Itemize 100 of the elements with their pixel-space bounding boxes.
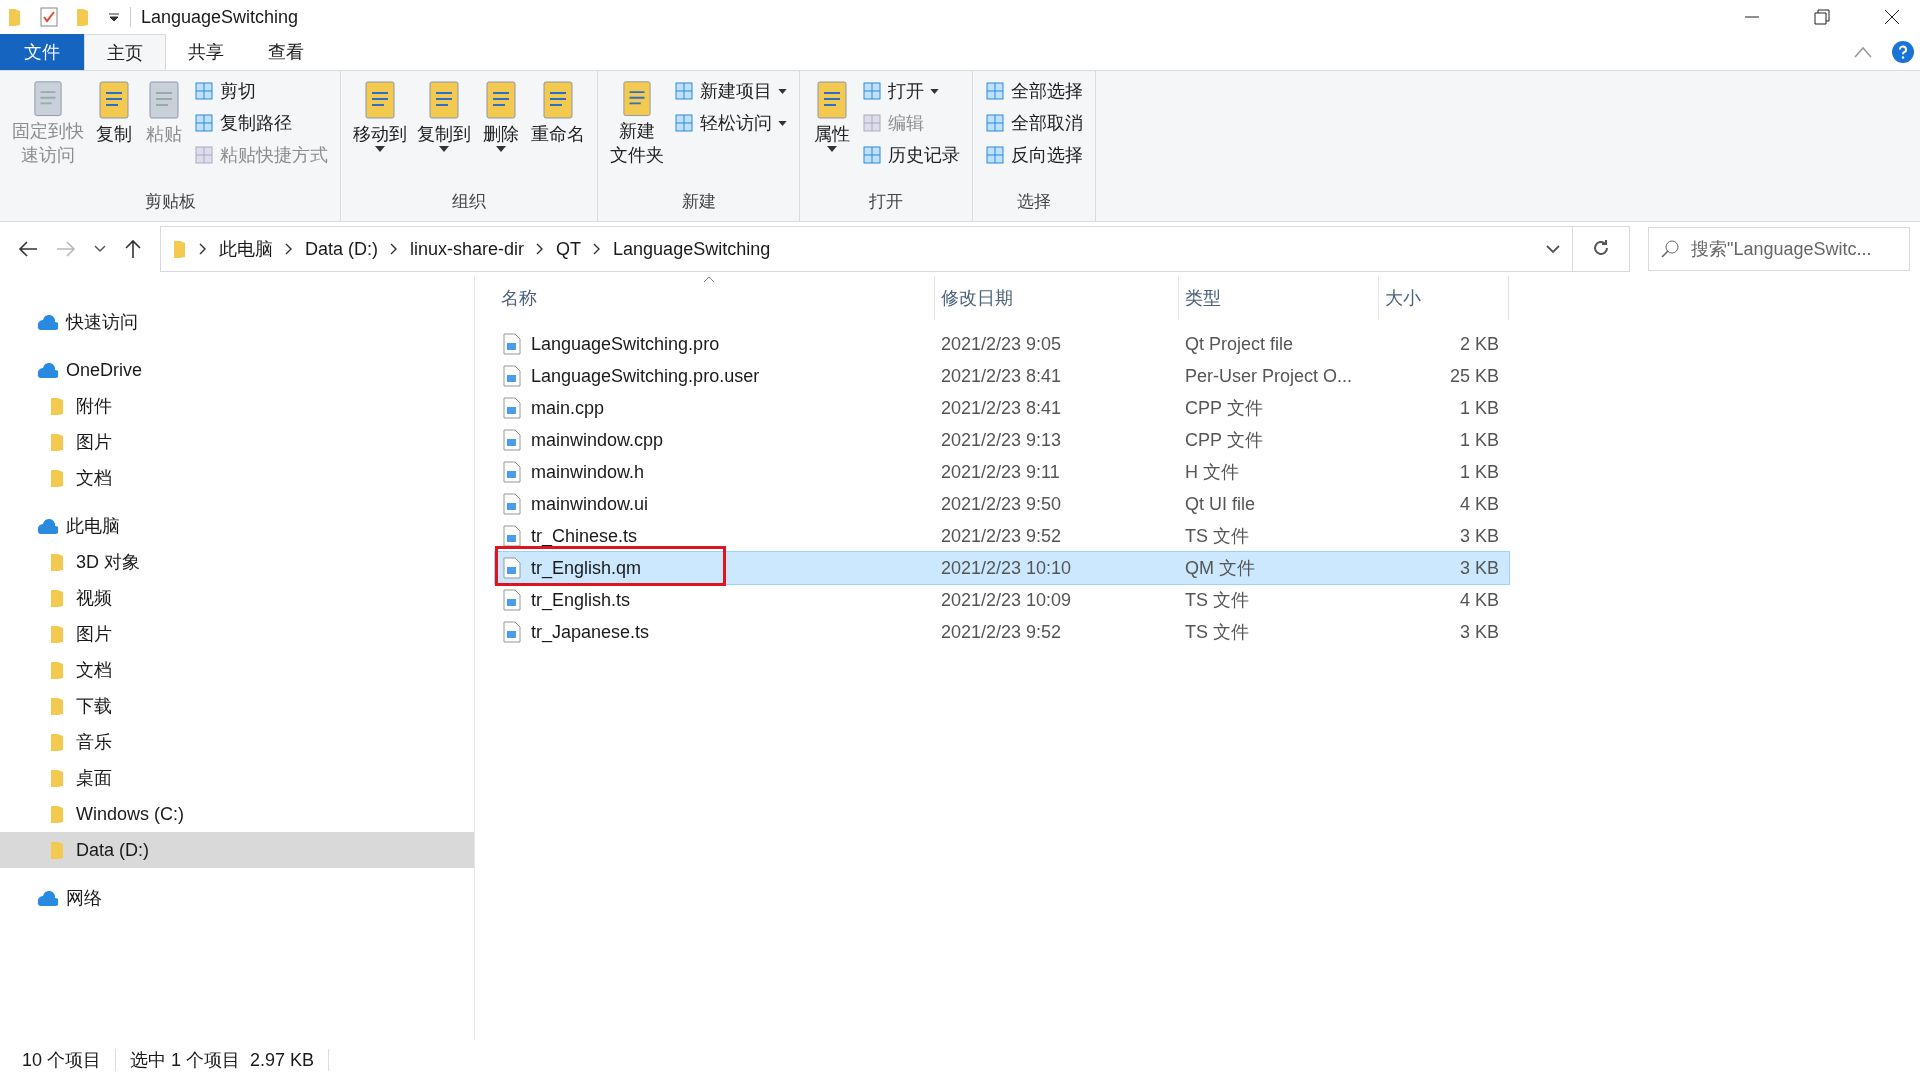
ribbon-group-label: 组织 [451,191,487,213]
restore-icon[interactable] [1814,9,1830,25]
file-icon [503,333,521,355]
chevron-down-icon[interactable] [94,245,106,253]
ribbon-button[interactable]: 属性 [808,75,856,171]
sidebar-item[interactable]: Data (D:) [0,832,474,868]
ribbon-button[interactable]: 反向选择 [981,139,1087,171]
ribbon-button[interactable]: 全部选择 [981,75,1087,107]
sidebar-item[interactable]: 网络 [0,880,474,916]
table-cell-text: CPP 文件 [1184,397,1264,420]
ribbon-button[interactable]: 新建项目 [670,75,791,107]
file-name: main.cpp [531,397,605,419]
close-icon[interactable] [1884,9,1900,25]
ribbon-button[interactable]: 移动到 [349,75,411,171]
sidebar-item[interactable]: 视频 [0,580,474,616]
ribbon-button[interactable]: 复制路径 [190,107,332,139]
breadcrumb-item[interactable]: QT [556,238,582,260]
file-name: LanguageSwitching.pro [531,333,720,355]
column-header[interactable]: 名称 [495,276,935,320]
ribbon-button[interactable]: 轻松访问 [670,107,791,139]
table-cell-text: TS 文件 [1184,589,1250,612]
chevron-right-icon [536,243,545,255]
table-cell-text: 4 KB [1458,589,1500,611]
table-cell-text: 2 KB [1458,333,1500,355]
file-name: tr_English.ts [531,589,631,611]
sidebar-item[interactable]: OneDrive [0,352,474,388]
file-row[interactable]: LanguageSwitching.pro 2021/2/23 9:05 Qt Project file 2 KB [495,328,1509,360]
sidebar-item[interactable]: 音乐 [0,724,474,760]
table-cell-text: CPP 文件 [1184,429,1264,452]
sidebar-item[interactable]: 下载 [0,688,474,724]
chevron-down-icon[interactable] [1546,244,1560,254]
file-row[interactable]: mainwindow.h 2021/2/23 9:11 H 文件 1 KB [495,456,1509,488]
table-cell-text: 3 KB [1458,525,1500,547]
table-cell-text: 3 KB [1458,557,1500,579]
ribbon-button[interactable]: 重命名 [527,75,589,171]
up-arrow-icon[interactable] [124,239,142,259]
file-name: mainwindow.h [531,461,645,483]
cloud-icon [36,516,58,536]
ribbon-button[interactable]: 复制到 [413,75,475,171]
file-row[interactable]: LanguageSwitching.pro.user 2021/2/23 8:41 Per-User Project O... 25 KB [495,360,1509,392]
breadcrumb-item[interactable]: 此电脑 [219,237,273,261]
cloud-icon [36,360,58,380]
file-row[interactable]: mainwindow.cpp 2021/2/23 9:13 CPP 文件 1 KB [495,424,1509,456]
address-bar[interactable]: 此电脑 Data (D:) linux-share-dir QT LanguageSwitching [160,226,1573,272]
ribbon-button[interactable]: 剪切 [190,75,332,107]
file-row[interactable]: main.cpp 2021/2/23 8:41 CPP 文件 1 KB [495,392,1509,424]
breadcrumb-item[interactable]: Data (D:) [305,238,378,260]
file-tab[interactable]: 文件 [0,34,84,70]
sidebar-item[interactable]: Windows (C:) [0,796,474,832]
ribbon-tab[interactable]: 主页 [84,34,166,70]
file-icon [503,397,521,419]
grid-icon [985,113,1005,133]
breadcrumb-item[interactable]: LanguageSwitching [613,238,771,260]
chevron-up-icon[interactable] [1854,46,1872,58]
column-header[interactable]: 修改日期 [935,276,1179,320]
column-header[interactable]: 大小 [1379,276,1509,320]
file-row[interactable]: tr_Japanese.ts 2021/2/23 9:52 TS 文件 3 KB [495,616,1509,648]
table-cell-text: 1 KB [1458,461,1500,483]
file-name: mainwindow.cpp [531,429,664,451]
caret-icon[interactable] [108,11,120,23]
sidebar-item[interactable]: 快速访问 [0,304,474,340]
sidebar-item[interactable]: 文档 [0,460,474,496]
file-row[interactable]: tr_Chinese.ts 2021/2/23 9:52 TS 文件 3 KB [495,520,1509,552]
grid-icon [862,145,882,165]
sidebar-item[interactable]: 图片 [0,616,474,652]
file-row[interactable]: tr_English.qm 2021/2/23 10:10 QM 文件 3 KB [495,552,1509,584]
ribbon-button[interactable]: 全部取消 [981,107,1087,139]
file-icon [503,365,521,387]
table-cell-text: Per-User Project O... [1184,365,1354,387]
grid-icon [194,113,214,133]
ribbon-button[interactable]: 删除 [477,75,525,171]
sidebar-item[interactable]: 桌面 [0,760,474,796]
table-cell-text: 2021/2/23 9:13 [940,429,1063,451]
ribbon-button[interactable]: 历史记录 [858,139,964,171]
cloud-icon [36,312,58,332]
file-row[interactable]: mainwindow.ui 2021/2/23 9:50 Qt UI file 4 KB [495,488,1509,520]
grid-icon [674,81,694,101]
folder-icon [173,239,187,259]
sidebar-item[interactable]: 3D 对象 [0,544,474,580]
sidebar-item[interactable]: 附件 [0,388,474,424]
sidebar-item[interactable]: 此电脑 [0,508,474,544]
ribbon-button[interactable]: 新建 文件夹 [606,75,668,171]
status-text: 选中 1 个项目 2.97 KB [130,1049,315,1072]
sidebar-item[interactable]: 文档 [0,652,474,688]
breadcrumb-item[interactable]: linux-share-dir [410,238,525,260]
sidebar-item[interactable]: 图片 [0,424,474,460]
help-icon[interactable] [1892,41,1914,63]
table-cell-text: Qt Project file [1184,333,1295,355]
checkmark-document-icon[interactable] [40,7,58,27]
back-arrow-icon[interactable] [18,240,38,258]
file-icon [503,429,521,451]
ribbon-button[interactable]: 复制 [90,75,138,171]
refresh-button[interactable] [1572,226,1630,272]
table-cell-text: 2021/2/23 9:50 [940,493,1063,515]
column-header[interactable]: 类型 [1179,276,1379,320]
ribbon-button[interactable]: 打开 [858,75,964,107]
search-field[interactable]: 搜索"LanguageSwitc... [1648,227,1910,271]
table-cell-text: TS 文件 [1184,525,1250,548]
table-cell-text: TS 文件 [1184,621,1250,644]
file-row[interactable]: tr_English.ts 2021/2/23 10:09 TS 文件 4 KB [495,584,1509,616]
